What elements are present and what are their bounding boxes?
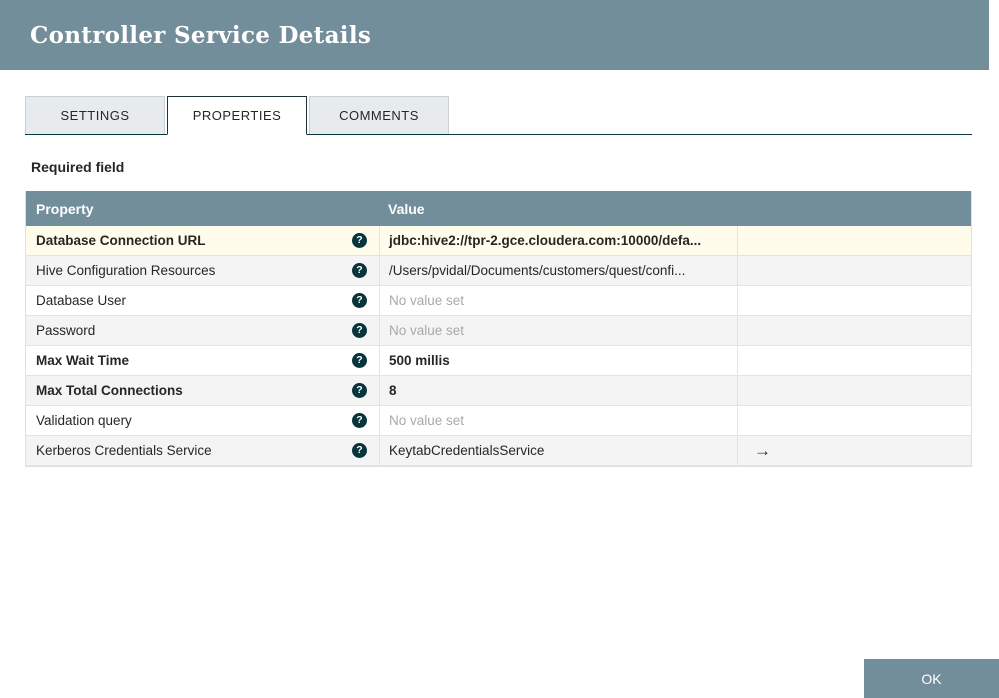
property-name: Database Connection URL	[36, 233, 206, 248]
table-row[interactable]: Database Connection URL ? jdbc:hive2://t…	[26, 226, 971, 256]
help-icon[interactable]: ?	[352, 383, 367, 398]
property-value[interactable]: No value set	[389, 293, 464, 308]
tab-comments-label: COMMENTS	[339, 108, 419, 123]
dialog-title: Controller Service Details	[30, 21, 372, 49]
property-value[interactable]: 500 millis	[389, 353, 450, 368]
help-icon[interactable]: ?	[352, 323, 367, 338]
table-row[interactable]: Database User ? No value set	[26, 286, 971, 316]
required-field-label: Required field	[31, 159, 125, 175]
property-value[interactable]: No value set	[389, 323, 464, 338]
table-row[interactable]: Kerberos Credentials Service ? KeytabCre…	[26, 436, 971, 466]
ok-button[interactable]: OK	[864, 659, 999, 698]
ok-button-label: OK	[921, 670, 942, 687]
row-extra-cell	[737, 376, 971, 405]
property-value[interactable]: No value set	[389, 413, 464, 428]
property-name: Database User	[36, 293, 127, 308]
property-value[interactable]: jdbc:hive2://tpr-2.gce.cloudera.com:1000…	[389, 233, 701, 248]
row-extra-cell	[737, 316, 971, 345]
tab-properties-label: PROPERTIES	[192, 108, 282, 123]
table-row[interactable]: Max Total Connections ? 8	[26, 376, 971, 406]
row-extra-cell	[737, 226, 971, 255]
help-icon[interactable]: ?	[352, 353, 367, 368]
properties-table: Property Value Database Connection URL ?…	[25, 191, 972, 467]
row-extra-cell	[737, 406, 971, 435]
table-row[interactable]: Password ? No value set	[26, 316, 971, 346]
table-header-row: Property Value	[26, 191, 971, 226]
go-to-service-icon[interactable]: →	[754, 442, 771, 459]
property-name: Max Wait Time	[36, 353, 130, 368]
tab-properties[interactable]: PROPERTIES	[167, 96, 307, 135]
dialog-body: SETTINGS PROPERTIES COMMENTS Required fi…	[0, 70, 999, 467]
help-icon[interactable]: ?	[352, 263, 367, 278]
help-icon[interactable]: ?	[352, 443, 367, 458]
row-extra-cell	[737, 346, 971, 375]
property-name: Max Total Connections	[36, 383, 183, 398]
property-name: Hive Configuration Resources	[36, 263, 216, 278]
tab-settings-label: SETTINGS	[60, 108, 130, 123]
help-icon[interactable]: ?	[352, 293, 367, 308]
tab-settings[interactable]: SETTINGS	[25, 96, 165, 134]
property-value[interactable]: /Users/pvidal/Documents/customers/quest/…	[389, 263, 685, 278]
column-header-property: Property	[36, 200, 94, 217]
tab-bar: SETTINGS PROPERTIES COMMENTS	[25, 96, 972, 135]
property-value[interactable]: KeytabCredentialsService	[389, 443, 544, 458]
table-row[interactable]: Validation query ? No value set	[26, 406, 971, 436]
table-row[interactable]: Max Wait Time ? 500 millis	[26, 346, 971, 376]
row-extra-cell	[737, 286, 971, 315]
property-value[interactable]: 8	[389, 383, 397, 398]
tab-comments[interactable]: COMMENTS	[309, 96, 449, 134]
column-header-value: Value	[388, 200, 425, 217]
help-icon[interactable]: ?	[352, 413, 367, 428]
table-row[interactable]: Hive Configuration Resources ? /Users/pv…	[26, 256, 971, 286]
property-name: Password	[36, 323, 96, 338]
dialog-header: Controller Service Details	[0, 0, 989, 70]
help-icon[interactable]: ?	[352, 233, 367, 248]
property-name: Validation query	[36, 413, 132, 428]
row-extra-cell	[737, 256, 971, 285]
property-name: Kerberos Credentials Service	[36, 443, 212, 458]
